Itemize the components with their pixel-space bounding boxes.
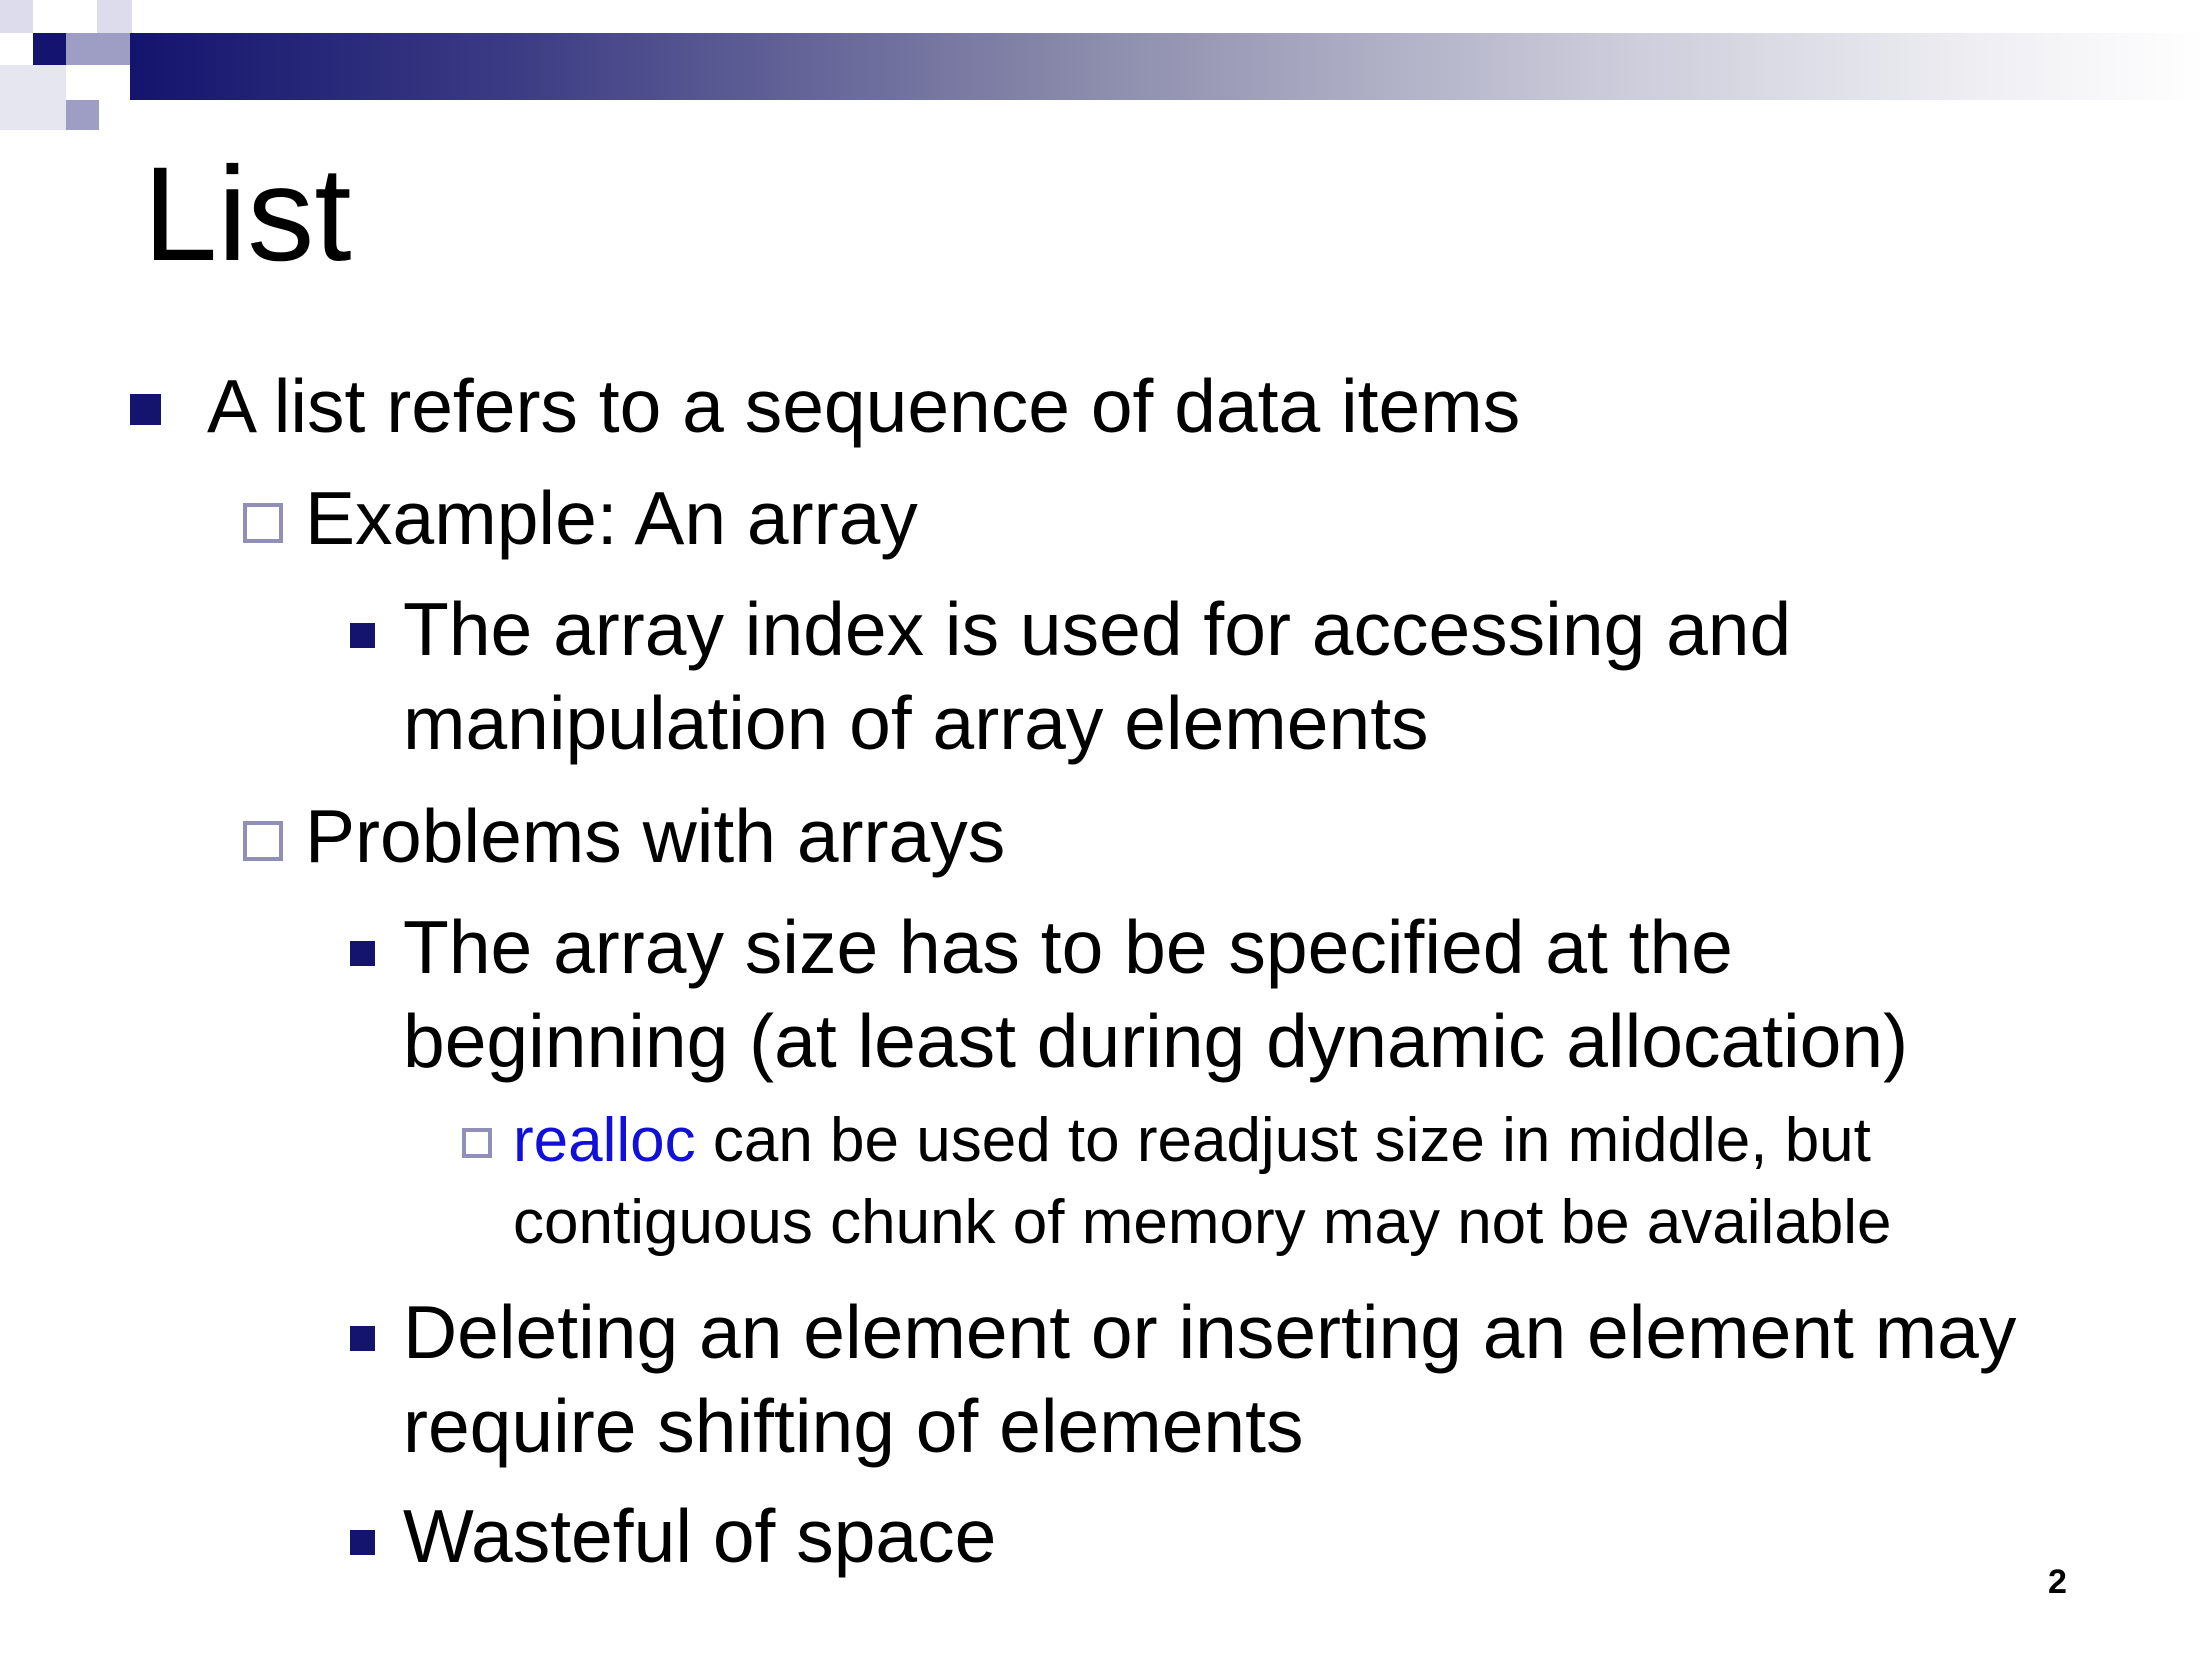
page-number: 2 xyxy=(2048,1563,2067,1601)
slide-title: List xyxy=(143,140,352,289)
bullet-text-line: realloc can be used to readjust size in … xyxy=(513,1100,1892,1182)
bullet-array-size: The array size has to be specified at th… xyxy=(403,900,1908,1088)
header-decoration-square xyxy=(66,65,98,100)
bullet-filled-square-icon xyxy=(350,623,375,648)
bullet-hollow-square-icon xyxy=(462,1128,492,1158)
bullet-text-line: Deleting an element or inserting an elem… xyxy=(403,1290,2017,1374)
header-decoration-square xyxy=(0,65,66,130)
bullet-text-line: The array index is used for accessing an… xyxy=(403,587,1792,671)
bullet-filled-square-icon xyxy=(130,394,161,425)
header-decoration-square xyxy=(33,33,66,65)
bullet-example: Example: An array xyxy=(305,472,918,564)
bullet-text-line: require shifting of elements xyxy=(403,1384,1304,1468)
bullet-hollow-square-icon xyxy=(243,821,283,861)
bullet-filled-square-icon xyxy=(350,1326,375,1351)
header-gradient-bar xyxy=(130,33,2205,100)
bullet-text-line: manipulation of array elements xyxy=(403,681,1429,765)
bullet-text: A list refers to a sequence of data item… xyxy=(207,364,1521,448)
header-decoration-square xyxy=(33,0,66,33)
bullet-problems: Problems with arrays xyxy=(305,790,1005,882)
header-decoration-square xyxy=(0,0,33,33)
header-decoration-square xyxy=(66,100,99,130)
header-decoration-square xyxy=(66,33,130,65)
bullet-filled-square-icon xyxy=(350,941,375,966)
bullet-filled-square-icon xyxy=(350,1530,375,1555)
bullet-text: Example: An array xyxy=(305,476,918,560)
bullet-text-line: beginning (at least during dynamic alloc… xyxy=(403,999,1909,1083)
bullet-text: Wasteful of space xyxy=(403,1494,997,1578)
header-decoration-square xyxy=(97,0,132,33)
bullet-array-index: The array index is used for accessing an… xyxy=(403,582,1791,770)
bullet-realloc: realloc can be used to readjust size in … xyxy=(513,1100,1892,1264)
bullet-text: Problems with arrays xyxy=(305,794,1006,878)
bullet-hollow-square-icon xyxy=(243,503,283,543)
bullet-text-line: The array size has to be specified at th… xyxy=(403,905,1733,989)
bullet-text-segment: can be used to readjust size in middle, … xyxy=(695,1106,1871,1175)
header-decoration-square xyxy=(0,33,33,65)
bullet-wasteful: Wasteful of space xyxy=(403,1489,996,1583)
bullet-list-definition: A list refers to a sequence of data item… xyxy=(207,360,1520,452)
bullet-deleting: Deleting an element or inserting an elem… xyxy=(403,1285,2016,1473)
realloc-keyword: realloc xyxy=(513,1106,696,1175)
bullet-text-line: contiguous chunk of memory may not be av… xyxy=(513,1188,1892,1257)
